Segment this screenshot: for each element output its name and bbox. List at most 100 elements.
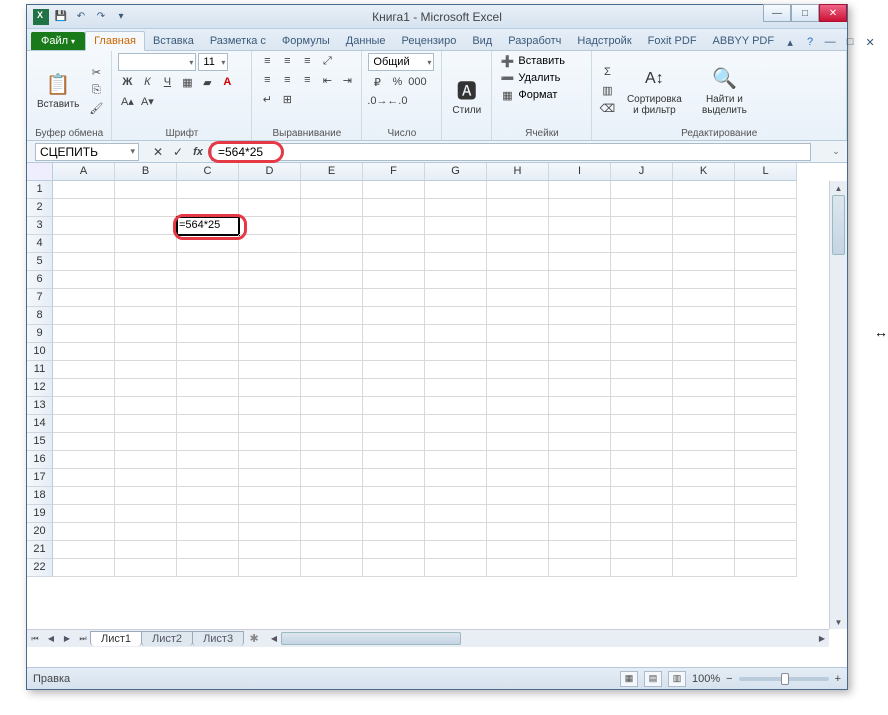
sheet-nav-next-icon[interactable]: ▶ — [59, 631, 75, 647]
cell-A5[interactable] — [53, 253, 115, 271]
cell-F21[interactable] — [363, 541, 425, 559]
cell-F8[interactable] — [363, 307, 425, 325]
row-header-21[interactable]: 21 — [27, 541, 53, 559]
cell-E16[interactable] — [301, 451, 363, 469]
cell-G5[interactable] — [425, 253, 487, 271]
cell-C18[interactable] — [177, 487, 239, 505]
percent-icon[interactable]: % — [388, 74, 406, 90]
cell-G4[interactable] — [425, 235, 487, 253]
cell-J9[interactable] — [611, 325, 673, 343]
tab-addins[interactable]: Надстройк — [569, 32, 639, 50]
paste-button[interactable]: 📋 Вставить — [33, 68, 83, 112]
cell-K13[interactable] — [673, 397, 735, 415]
cell-C15[interactable] — [177, 433, 239, 451]
cell-E19[interactable] — [301, 505, 363, 523]
cell-K17[interactable] — [673, 469, 735, 487]
zoom-knob[interactable] — [781, 673, 789, 685]
cell-D19[interactable] — [239, 505, 301, 523]
clear-icon[interactable]: ⌫ — [598, 100, 616, 116]
cell-B8[interactable] — [115, 307, 177, 325]
cell-F13[interactable] — [363, 397, 425, 415]
cell-E5[interactable] — [301, 253, 363, 271]
cell-B18[interactable] — [115, 487, 177, 505]
cell-G21[interactable] — [425, 541, 487, 559]
tab-formulas[interactable]: Формулы — [274, 32, 338, 50]
cell-D4[interactable] — [239, 235, 301, 253]
align-top-icon[interactable]: ≡ — [258, 53, 276, 69]
cell-B17[interactable] — [115, 469, 177, 487]
view-page-break-icon[interactable]: ▥ — [668, 671, 686, 687]
cell-K1[interactable] — [673, 181, 735, 199]
tab-data[interactable]: Данные — [338, 32, 394, 50]
column-header-C[interactable]: C — [177, 163, 239, 181]
cell-B14[interactable] — [115, 415, 177, 433]
cell-K5[interactable] — [673, 253, 735, 271]
cell-A19[interactable] — [53, 505, 115, 523]
cell-D1[interactable] — [239, 181, 301, 199]
cell-L9[interactable] — [735, 325, 797, 343]
cell-J13[interactable] — [611, 397, 673, 415]
cell-G9[interactable] — [425, 325, 487, 343]
cell-F14[interactable] — [363, 415, 425, 433]
decrease-decimal-icon[interactable]: ←.0 — [388, 93, 406, 109]
increase-decimal-icon[interactable]: .0→ — [368, 93, 386, 109]
cell-B22[interactable] — [115, 559, 177, 577]
cell-E9[interactable] — [301, 325, 363, 343]
cell-F12[interactable] — [363, 379, 425, 397]
cell-H18[interactable] — [487, 487, 549, 505]
cut-icon[interactable]: ✂ — [87, 64, 105, 80]
cell-I21[interactable] — [549, 541, 611, 559]
cell-H4[interactable] — [487, 235, 549, 253]
cell-B15[interactable] — [115, 433, 177, 451]
cell-D21[interactable] — [239, 541, 301, 559]
cell-K21[interactable] — [673, 541, 735, 559]
align-middle-icon[interactable]: ≡ — [278, 53, 296, 69]
cell-G8[interactable] — [425, 307, 487, 325]
cell-H15[interactable] — [487, 433, 549, 451]
cell-E20[interactable] — [301, 523, 363, 541]
sheet-nav-first-icon[interactable]: ⏮ — [27, 631, 43, 647]
enter-formula-icon[interactable]: ✓ — [169, 143, 187, 161]
delete-cells-button[interactable]: ➖Удалить — [498, 70, 560, 86]
cell-E2[interactable] — [301, 199, 363, 217]
tab-page-layout[interactable]: Разметка с — [202, 32, 274, 50]
row-header-10[interactable]: 10 — [27, 343, 53, 361]
cell-A15[interactable] — [53, 433, 115, 451]
cell-J6[interactable] — [611, 271, 673, 289]
column-header-J[interactable]: J — [611, 163, 673, 181]
tab-file[interactable]: Файл▾ — [31, 32, 85, 50]
cell-B4[interactable] — [115, 235, 177, 253]
view-normal-icon[interactable]: ▦ — [620, 671, 638, 687]
horizontal-scrollbar[interactable]: ◀ ▶ — [267, 629, 829, 647]
row-header-22[interactable]: 22 — [27, 559, 53, 577]
cell-J10[interactable] — [611, 343, 673, 361]
cell-D14[interactable] — [239, 415, 301, 433]
cell-I2[interactable] — [549, 199, 611, 217]
cell-L6[interactable] — [735, 271, 797, 289]
cell-C17[interactable] — [177, 469, 239, 487]
cell-C16[interactable] — [177, 451, 239, 469]
cell-I12[interactable] — [549, 379, 611, 397]
cell-L2[interactable] — [735, 199, 797, 217]
cell-A6[interactable] — [53, 271, 115, 289]
cell-E12[interactable] — [301, 379, 363, 397]
cell-A4[interactable] — [53, 235, 115, 253]
row-header-7[interactable]: 7 — [27, 289, 53, 307]
cell-I13[interactable] — [549, 397, 611, 415]
shrink-font-icon[interactable]: A▾ — [138, 93, 156, 109]
cell-L18[interactable] — [735, 487, 797, 505]
cell-C4[interactable] — [177, 235, 239, 253]
cell-I7[interactable] — [549, 289, 611, 307]
maximize-button[interactable]: □ — [791, 4, 819, 22]
cell-C12[interactable] — [177, 379, 239, 397]
cell-G14[interactable] — [425, 415, 487, 433]
cell-K4[interactable] — [673, 235, 735, 253]
font-name-combo[interactable] — [118, 53, 196, 71]
cell-A14[interactable] — [53, 415, 115, 433]
cell-G17[interactable] — [425, 469, 487, 487]
cell-L22[interactable] — [735, 559, 797, 577]
select-all-corner[interactable] — [27, 163, 53, 181]
border-icon[interactable]: ▦ — [178, 74, 196, 90]
cell-C8[interactable] — [177, 307, 239, 325]
cell-I17[interactable] — [549, 469, 611, 487]
